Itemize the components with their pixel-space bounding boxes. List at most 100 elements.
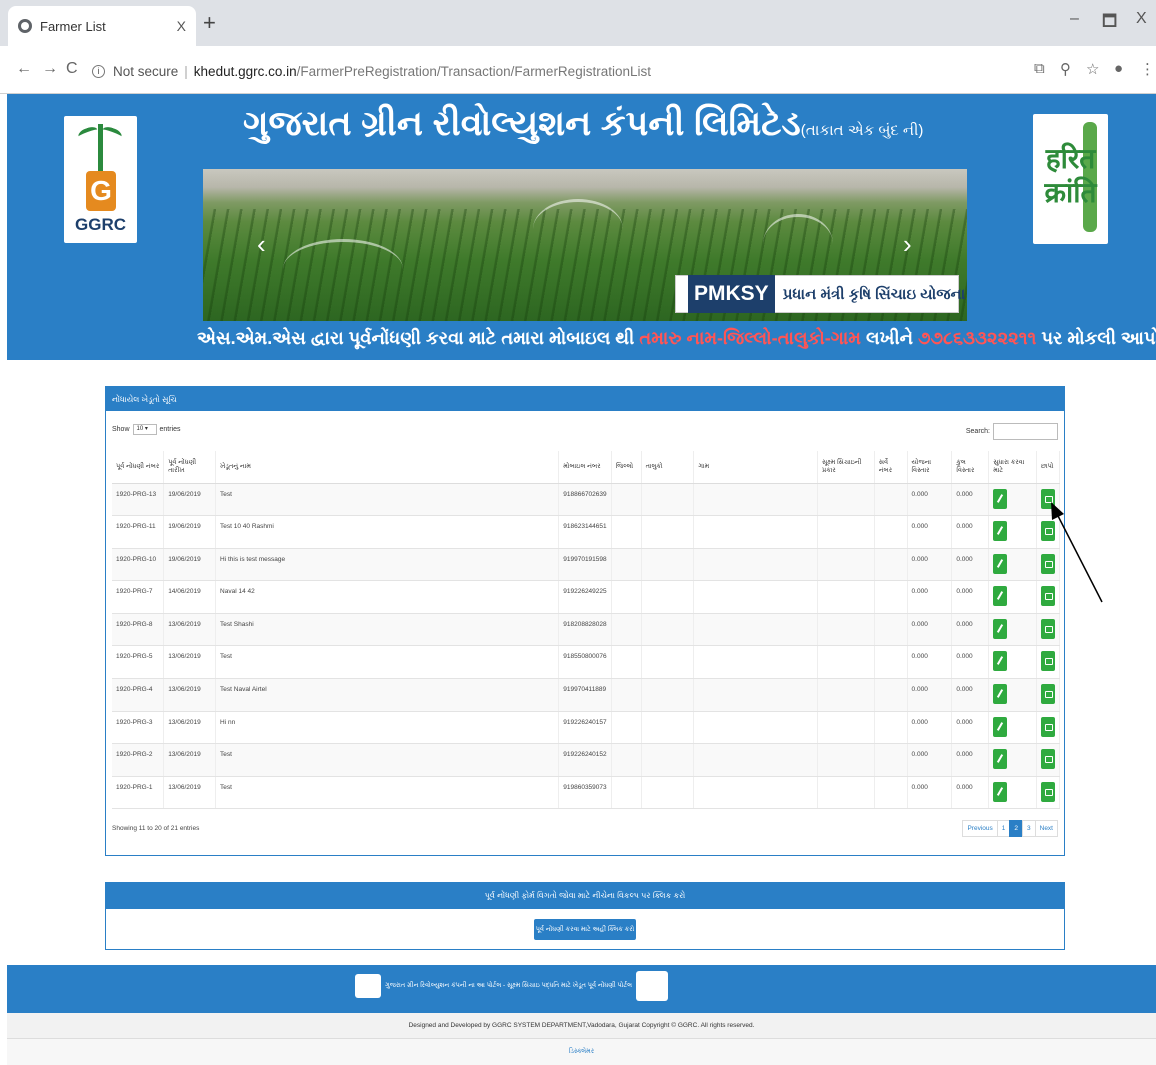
menu-icon[interactable]: ⋮ — [1140, 60, 1155, 78]
col-village[interactable]: ગામ — [693, 451, 818, 484]
col-edit[interactable]: સુધારા કરવા માટે — [988, 451, 1037, 484]
maximize-button[interactable]: 🗖 — [1102, 10, 1117, 37]
cell-scheme-area: 0.000 — [907, 580, 953, 614]
cell-name: Test — [215, 776, 560, 810]
col-district[interactable]: જિલ્લો — [611, 451, 642, 484]
edit-icon[interactable] — [993, 716, 1008, 737]
pagination-previous[interactable]: Previous — [962, 820, 998, 837]
cell-survey — [874, 743, 908, 777]
edit-icon[interactable] — [993, 553, 1008, 574]
cell-name: Test Shashi — [215, 613, 560, 647]
cell-village — [693, 548, 818, 582]
sms-post: પર મોકલી આપો — [1041, 328, 1156, 348]
pagination-page-2[interactable]: 2 — [1009, 820, 1023, 837]
col-micro-type[interactable]: સૂક્ષ્મ સિંચાઇની પ્રકાર — [817, 451, 875, 484]
farmer-list-panel: નોંધાયેલ ખેડૂતો સૂચિ Show 10 ▾ entries S… — [105, 386, 1065, 856]
edit-icon[interactable] — [993, 618, 1008, 639]
cell-mobile: 919970191598 — [558, 548, 612, 582]
cell-survey — [874, 776, 908, 810]
cell-survey — [874, 483, 908, 517]
cell-total-area: 0.000 — [951, 580, 990, 614]
ggrc-logo[interactable]: G GGRC — [64, 116, 137, 243]
cell-scheme-area: 0.000 — [907, 776, 953, 810]
cell-taluka — [641, 776, 695, 810]
new-tab-button[interactable]: + — [203, 10, 216, 36]
print-icon[interactable] — [1041, 749, 1055, 770]
carousel-prev-icon[interactable]: ‹ — [257, 229, 266, 260]
entries-label: entries — [159, 426, 181, 433]
panel-title: નોંધાયેલ ખેડૂતો સૂચિ — [106, 387, 1064, 411]
col-reg-date[interactable]: પૂર્વ નોંધણી તારીખ — [163, 451, 217, 484]
translate-icon[interactable]: ⧉ — [1034, 60, 1045, 77]
farmer-table: પૂર્વ નોંધણી નંબર પૂર્વ નોંધણી તારીખ ખેડ… — [112, 451, 1060, 810]
col-taluka[interactable]: તાલુકો — [641, 451, 695, 484]
reload-button[interactable]: C — [66, 60, 78, 78]
col-print[interactable]: છાપો — [1036, 451, 1060, 484]
pmksy-text: પ્રધાન મંત્રી કૃષિ સિંચાઇ યોજના — [782, 285, 966, 303]
print-icon[interactable] — [1041, 651, 1055, 672]
sprinkler-spray — [763, 214, 833, 274]
col-reg-no[interactable]: પૂર્વ નોંધણી નંબર — [112, 451, 165, 484]
col-farmer-name[interactable]: ખેડૂતનું નામ — [215, 451, 560, 484]
table-row: 1920-PRG-2 13/06/2019 Test 919226240152 … — [112, 743, 1060, 777]
print-icon[interactable] — [1041, 618, 1055, 639]
edit-icon[interactable] — [993, 781, 1008, 802]
pre-registration-button[interactable]: પૂર્વ નોંધણી કરવા માટે અહીં ક્લિક કરો — [534, 919, 636, 940]
print-icon[interactable] — [1041, 716, 1055, 737]
print-icon[interactable] — [1041, 684, 1055, 705]
col-mobile[interactable]: મોબાઇલ નંબર — [558, 451, 612, 484]
cell-date: 13/06/2019 — [163, 645, 217, 680]
cell-mobile: 918623144651 — [558, 515, 612, 549]
sprinkler-spray — [533, 199, 623, 259]
print-icon[interactable] — [1041, 781, 1055, 802]
cell-mobile: 918866702639 — [558, 483, 612, 517]
show-label: Show — [112, 426, 130, 433]
edit-icon[interactable] — [993, 749, 1008, 770]
cell-village — [693, 515, 818, 549]
url-field[interactable]: i Not secure | khedut.ggrc.co.in /Farmer… — [92, 60, 651, 82]
tab-farmer-list[interactable]: Farmer List X — [8, 6, 196, 46]
cell-edit — [988, 743, 1037, 777]
entries-select[interactable]: 10 ▾ — [132, 424, 157, 435]
profile-icon[interactable]: ● — [1114, 60, 1123, 77]
cell-survey — [874, 711, 908, 745]
col-scheme-area[interactable]: યોજના વિસ્તાર — [907, 451, 953, 484]
harit-kranti-text: हरित क्रांति — [1044, 143, 1097, 208]
cell-village — [693, 483, 818, 517]
cell-taluka — [641, 548, 695, 582]
bookmark-star-icon[interactable]: ☆ — [1086, 60, 1099, 78]
cell-edit — [988, 678, 1037, 712]
pagination-page-3[interactable]: 3 — [1022, 820, 1036, 837]
search-input[interactable] — [993, 423, 1058, 440]
cell-print — [1036, 776, 1060, 810]
forward-button[interactable]: → — [42, 60, 58, 78]
sprinkler-spray — [283, 239, 403, 299]
edit-icon[interactable] — [993, 521, 1008, 542]
tab-close-icon[interactable]: X — [177, 18, 186, 34]
col-total-area[interactable]: કુલ વિસ્તાર — [951, 451, 990, 484]
cell-village — [693, 580, 818, 614]
disclaimer-link[interactable]: ડિસ્ક્લેમર — [7, 1039, 1156, 1065]
cell-district — [611, 645, 642, 680]
cell-date: 19/06/2019 — [163, 515, 217, 549]
edit-icon[interactable] — [993, 651, 1008, 672]
minimize-button[interactable]: – — [1070, 10, 1079, 28]
cell-micro-type — [817, 711, 875, 745]
close-window-button[interactable]: X — [1136, 10, 1147, 28]
edit-icon[interactable] — [993, 586, 1008, 607]
back-button[interactable]: ← — [16, 60, 32, 78]
cell-district — [611, 711, 642, 745]
table-header-row: પૂર્વ નોંધણી નંબર પૂર્વ નોંધણી તારીખ ખેડ… — [112, 451, 1060, 484]
page-content: G GGRC ગુજરાત ગ્રીન રીવોલ્યુશન કંપની લિમ… — [7, 94, 1156, 1065]
pagination-page-1[interactable]: 1 — [996, 820, 1011, 837]
carousel-next-icon[interactable]: › — [903, 229, 912, 260]
cell-village — [693, 613, 818, 647]
cell-edit — [988, 711, 1037, 745]
info-icon[interactable]: i — [92, 64, 105, 78]
zoom-icon[interactable]: ⚲ — [1060, 60, 1071, 78]
edit-icon[interactable] — [993, 488, 1008, 509]
col-survey[interactable]: સર્વે નંબર — [874, 451, 908, 484]
edit-icon[interactable] — [993, 684, 1008, 705]
site-header: G GGRC ગુજરાત ગ્રીન રીવોલ્યુશન કંપની લિમ… — [7, 94, 1156, 360]
pagination-next[interactable]: Next — [1034, 820, 1058, 837]
